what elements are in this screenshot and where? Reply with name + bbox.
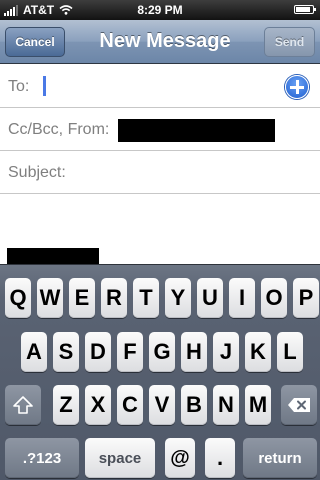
redacted-sender — [118, 119, 275, 142]
status-time: 8:29 PM — [137, 3, 183, 17]
key-w[interactable]: W — [37, 278, 63, 318]
send-button[interactable]: Send — [264, 27, 315, 57]
key-o[interactable]: O — [261, 278, 287, 318]
key-p[interactable]: P — [293, 278, 319, 318]
key-k[interactable]: K — [245, 332, 271, 372]
navigation-bar: Cancel New Message Send — [0, 20, 320, 64]
key-m[interactable]: M — [245, 385, 271, 425]
key-c[interactable]: C — [117, 385, 143, 425]
delete-key[interactable] — [281, 385, 317, 425]
to-field[interactable]: To: — [0, 65, 320, 108]
key-d[interactable]: D — [85, 332, 111, 372]
numbers-key[interactable]: .?123 — [5, 438, 79, 478]
space-key[interactable]: space — [85, 438, 155, 478]
text-cursor — [43, 76, 46, 96]
key-n[interactable]: N — [213, 385, 239, 425]
key-h[interactable]: H — [181, 332, 207, 372]
key-t[interactable]: T — [133, 278, 159, 318]
message-body[interactable] — [0, 194, 320, 264]
subject-label: Subject: — [8, 164, 66, 181]
key-f[interactable]: F — [117, 332, 143, 372]
key-x[interactable]: X — [85, 385, 111, 425]
subject-field[interactable]: Subject: — [0, 151, 320, 194]
shift-key[interactable] — [5, 385, 41, 425]
cancel-button[interactable]: Cancel — [5, 27, 65, 57]
key-s[interactable]: S — [53, 332, 79, 372]
keyboard: Q W E R T Y U I O P A S D F G H J K L Z … — [0, 264, 320, 480]
to-label: To: — [8, 78, 30, 95]
key-e[interactable]: E — [69, 278, 95, 318]
key-q[interactable]: Q — [5, 278, 31, 318]
battery-icon — [294, 5, 316, 14]
key-b[interactable]: B — [181, 385, 207, 425]
return-key[interactable]: return — [243, 438, 317, 478]
ccbcc-from-label: Cc/Bcc, From: — [8, 121, 110, 138]
key-j[interactable]: J — [213, 332, 239, 372]
key-at[interactable]: @ — [165, 438, 195, 478]
key-z[interactable]: Z — [53, 385, 79, 425]
key-dot[interactable]: . — [205, 438, 235, 478]
shift-icon — [13, 396, 33, 414]
battery-fill — [296, 7, 310, 12]
key-g[interactable]: G — [149, 332, 175, 372]
key-l[interactable]: L — [277, 332, 303, 372]
key-u[interactable]: U — [197, 278, 223, 318]
delete-icon — [288, 398, 310, 412]
key-i[interactable]: I — [229, 278, 255, 318]
page-title: New Message — [99, 30, 231, 52]
add-contact-icon[interactable] — [285, 75, 309, 99]
key-r[interactable]: R — [101, 278, 127, 318]
key-a[interactable]: A — [21, 332, 47, 372]
key-v[interactable]: V — [149, 385, 175, 425]
status-bar: AT&T 8:29 PM — [0, 0, 320, 20]
key-y[interactable]: Y — [165, 278, 191, 318]
redacted-signature — [7, 248, 99, 264]
ccbcc-from-field[interactable]: Cc/Bcc, From: — [0, 108, 320, 151]
